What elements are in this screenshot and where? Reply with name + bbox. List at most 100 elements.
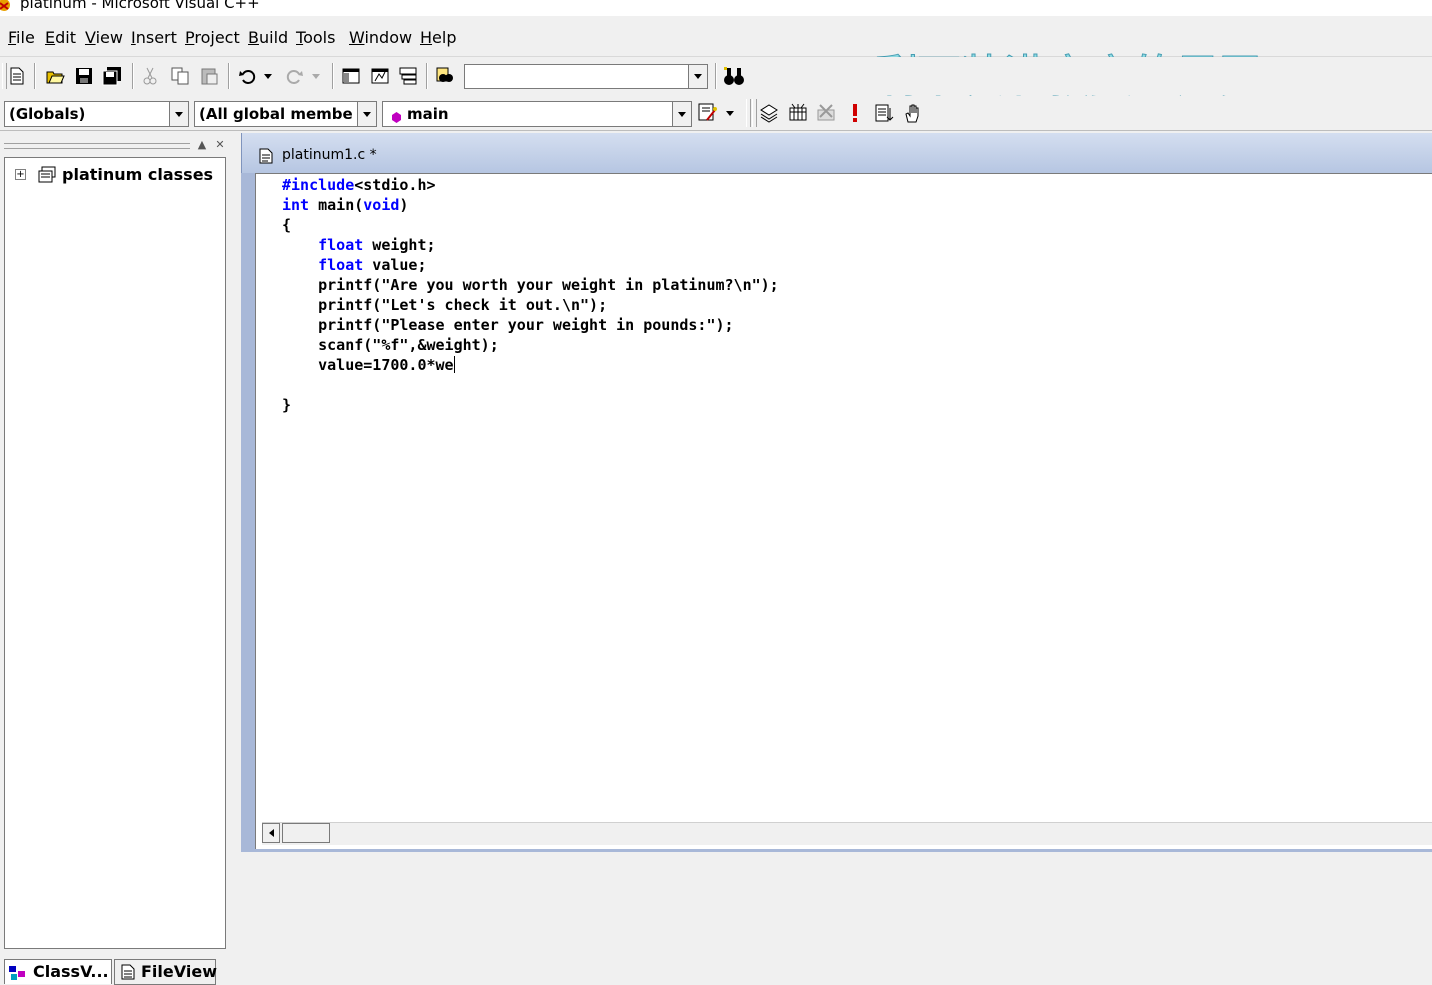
build-button[interactable] (786, 101, 810, 125)
menu-build[interactable]: Build (248, 28, 288, 47)
code-text: value; (363, 256, 427, 274)
find-in-files-button[interactable] (434, 64, 458, 88)
class-combo-dropdown[interactable] (169, 102, 188, 126)
editor-tabbar: platinum1.c * (241, 133, 1432, 173)
scroll-left-button[interactable] (262, 823, 280, 843)
paste-button[interactable] (197, 64, 221, 88)
compile-icon (760, 104, 778, 123)
find-combo-dropdown[interactable] (688, 65, 707, 88)
insert-breakpoint-button[interactable] (901, 101, 925, 125)
build-icon (789, 103, 807, 121)
menu-help[interactable]: Help (420, 28, 456, 47)
new-file-button[interactable] (5, 64, 29, 88)
class-combo[interactable]: (Globals) (4, 101, 189, 127)
code-line[interactable]: } (282, 395, 779, 415)
code-line[interactable]: int main(void) (282, 195, 779, 215)
pane-maximize-button[interactable]: ▲ (196, 139, 208, 151)
cut-button[interactable] (138, 64, 162, 88)
wizard-actions-button[interactable] (696, 101, 720, 125)
scroll-thumb[interactable] (282, 823, 330, 843)
member-combo[interactable]: main (382, 101, 692, 127)
undo-button[interactable] (236, 64, 260, 88)
standard-toolbar (0, 57, 1432, 95)
editor-window: platinum1.c * #include<stdio.h> int main(… (241, 133, 1432, 852)
code-line[interactable]: float value; (282, 255, 779, 275)
workspace-toggle-button[interactable] (339, 64, 363, 88)
code-line[interactable]: float weight; (282, 235, 779, 255)
code-line[interactable]: { (282, 215, 779, 235)
window-list-icon (399, 67, 417, 85)
menu-file[interactable]: File (8, 28, 35, 47)
save-all-icon (102, 67, 121, 86)
execute-button[interactable] (843, 101, 867, 125)
pane-gripper[interactable] (4, 143, 190, 149)
tab-classview[interactable]: ClassV... (4, 959, 112, 984)
title-bar: platinum - Microsoft Visual C++ (0, 0, 1432, 16)
menu-window[interactable]: Window (349, 28, 412, 47)
output-toggle-button[interactable] (368, 64, 392, 88)
code-line[interactable]: printf("Let's check it out.\n"); (282, 295, 779, 315)
binoculars-icon (724, 67, 744, 85)
visual-cpp-app-icon (0, 0, 14, 16)
undo-dropdown[interactable] (264, 74, 272, 79)
code-line[interactable] (282, 375, 779, 395)
menu-insert[interactable]: Insert (131, 28, 177, 47)
code-text: ) (399, 196, 409, 214)
code-line[interactable]: #include<stdio.h> (282, 175, 779, 195)
filter-combo-text: (All global members (199, 105, 354, 123)
filter-combo[interactable]: (All global members (194, 101, 377, 127)
menu-tools[interactable]: Tools (296, 28, 335, 47)
workspace-pane: ▲ ✕ + platinum classes ClassV... FileVie… (0, 133, 232, 985)
code-text: } (282, 396, 292, 414)
open-button[interactable] (43, 64, 67, 88)
workspace-tabs: ClassV... FileView (0, 953, 232, 985)
find-in-files-icon (436, 67, 453, 82)
scissors-icon (143, 67, 157, 85)
filter-combo-dropdown[interactable] (357, 102, 376, 126)
menu-project[interactable]: Project (185, 28, 240, 47)
save-all-button[interactable] (100, 64, 124, 88)
go-debug-icon (875, 104, 894, 122)
save-button[interactable] (72, 64, 96, 88)
wizard-wand-icon (698, 103, 717, 121)
save-disk-icon (76, 68, 92, 84)
go-button[interactable] (872, 101, 896, 125)
code-line[interactable]: printf("Please enter your weight in poun… (282, 315, 779, 335)
find-button[interactable] (722, 64, 746, 88)
pane-close-button[interactable]: ✕ (214, 139, 226, 151)
compile-button[interactable] (757, 101, 781, 125)
wizard-actions-dropdown[interactable] (726, 111, 734, 116)
code-keyword: int (282, 196, 310, 214)
member-combo-dropdown[interactable] (672, 102, 691, 126)
stop-build-button[interactable] (814, 101, 838, 125)
expand-plus-icon[interactable]: + (15, 169, 26, 180)
tab-fileview[interactable]: FileView (114, 959, 217, 985)
wizard-bar: (Globals) (All global members main (0, 96, 1432, 131)
arrow-left-icon (268, 829, 274, 837)
source-file-icon (258, 148, 274, 168)
text-caret (453, 356, 455, 373)
code-line[interactable]: scanf("%f",&weight); (282, 335, 779, 355)
class-tree[interactable]: + platinum classes (4, 157, 226, 949)
find-combo[interactable] (464, 64, 708, 89)
editor-gutter[interactable] (256, 174, 266, 816)
code-line[interactable]: value=1700.0*we (282, 355, 779, 375)
code-editor[interactable]: #include<stdio.h> int main(void){ float w… (255, 173, 1432, 849)
tab-fileview-label: FileView (141, 962, 217, 981)
copy-button[interactable] (168, 64, 192, 88)
redo-dropdown[interactable] (312, 74, 320, 79)
member-combo-text: main (407, 105, 449, 123)
window-list-button[interactable] (396, 64, 420, 88)
menu-edit[interactable]: Edit (45, 28, 76, 47)
code-line[interactable]: printf("Are you worth your weight in pla… (282, 275, 779, 295)
workspace-pane-header: ▲ ✕ (4, 139, 228, 153)
redo-button[interactable] (282, 64, 306, 88)
code-text: printf("Let's check it out.\n"); (282, 296, 608, 314)
code-text: weight; (363, 236, 436, 254)
menu-view[interactable]: View (85, 28, 123, 47)
horizontal-scrollbar[interactable] (262, 822, 1432, 845)
classview-icon (9, 965, 29, 985)
code-area[interactable]: #include<stdio.h> int main(void){ float w… (282, 175, 779, 415)
toolbar-gripper[interactable] (746, 99, 751, 127)
exclamation-icon (853, 104, 857, 122)
